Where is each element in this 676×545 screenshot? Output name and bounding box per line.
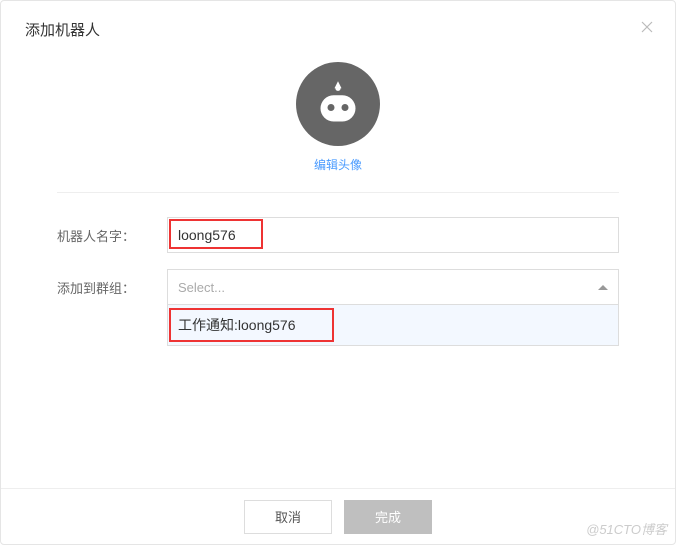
group-label: 添加到群组： <box>57 278 167 297</box>
name-label: 机器人名字： <box>57 226 167 245</box>
divider <box>57 192 619 193</box>
group-dropdown: 工作通知:loong576 <box>167 305 619 346</box>
robot-avatar <box>296 62 380 146</box>
cancel-button[interactable]: 取消 <box>244 500 332 534</box>
chevron-up-icon <box>598 285 608 290</box>
group-select[interactable]: Select... <box>167 269 619 305</box>
dialog-title: 添加机器人 <box>25 19 651 40</box>
robot-name-input[interactable] <box>167 217 619 253</box>
group-option[interactable]: 工作通知:loong576 <box>168 305 618 345</box>
submit-button[interactable]: 完成 <box>344 500 432 534</box>
close-icon[interactable] <box>639 19 655 35</box>
edit-avatar-link[interactable]: 编辑头像 <box>314 158 362 172</box>
select-placeholder: Select... <box>178 280 225 295</box>
